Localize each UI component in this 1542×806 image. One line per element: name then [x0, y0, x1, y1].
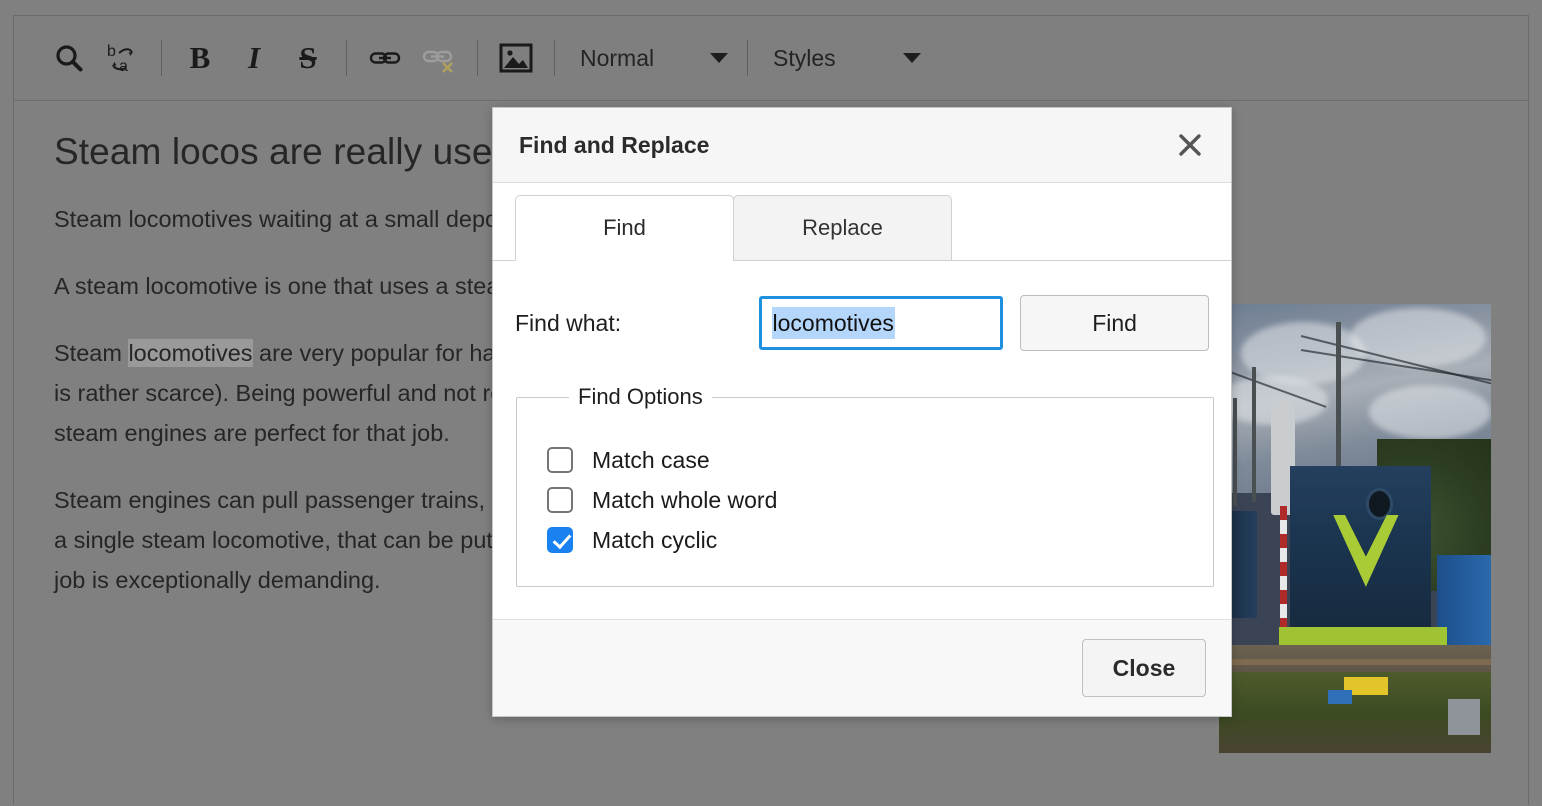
styles-dropdown[interactable]: Styles	[759, 35, 929, 81]
find-replace-icon[interactable]: b a	[96, 31, 150, 85]
photo-headlight	[1365, 488, 1394, 520]
application-window: b a B I S Normal Styles Steam locos are …	[13, 15, 1529, 806]
strikethrough-glyph: S	[299, 40, 317, 75]
remove-link-icon[interactable]	[412, 31, 466, 85]
photo-grey-box	[1447, 699, 1481, 736]
dialog-header: Find and Replace	[493, 108, 1231, 183]
photo-catenary-pole	[1335, 321, 1341, 484]
find-input[interactable]: locomotives	[758, 296, 1004, 350]
dialog-title: Find and Replace	[519, 131, 710, 158]
bold-icon[interactable]: B	[173, 31, 227, 85]
svg-text:a: a	[119, 58, 128, 75]
tab-replace-label: Replace	[802, 215, 883, 240]
match-case-label: Match case	[592, 446, 710, 473]
match-case-checkbox[interactable]	[547, 447, 573, 473]
italic-glyph: I	[247, 40, 261, 75]
find-button[interactable]: Find	[1020, 295, 1209, 351]
document-image-locomotive[interactable]	[1219, 304, 1491, 753]
match-whole-word-checkbox[interactable]	[547, 487, 573, 513]
toolbar-divider	[161, 40, 162, 76]
dialog-footer: Close	[493, 619, 1231, 716]
italic-icon[interactable]: I	[227, 31, 281, 85]
tab-find-label: Find	[603, 215, 646, 240]
dialog-tabs: Find Replace	[493, 183, 1231, 261]
bold-glyph: B	[189, 40, 211, 75]
match-whole-word-label: Match whole word	[592, 486, 778, 513]
option-match-whole-word[interactable]: Match whole word	[547, 480, 1213, 520]
photo-cloud	[1368, 384, 1491, 439]
chevron-down-icon	[903, 53, 921, 63]
find-what-row: Find what: locomotives Find	[515, 295, 1209, 351]
tab-replace[interactable]: Replace	[733, 195, 952, 261]
find-options-legend: Find Options	[578, 384, 703, 409]
chevron-down-icon	[710, 53, 728, 63]
strikethrough-icon[interactable]: S	[281, 31, 335, 85]
paragraph-run: Steam	[54, 340, 129, 366]
photo-rail-track	[1219, 658, 1491, 665]
option-match-case[interactable]: Match case	[547, 440, 1213, 480]
find-input-value: locomotives	[771, 307, 895, 339]
svg-text:b: b	[107, 43, 116, 60]
find-and-replace-dialog: Find and Replace Find Replace Find what:…	[492, 107, 1232, 717]
photo-blue-object	[1327, 690, 1353, 704]
toolbar-divider	[477, 40, 478, 76]
photo-cloud	[1240, 321, 1366, 385]
toolbar-divider	[346, 40, 347, 76]
photo-cloud	[1349, 308, 1486, 367]
dialog-body: Find what: locomotives Find Find Options…	[493, 261, 1231, 619]
photo-lamp-post	[1251, 366, 1256, 502]
toolbar-divider	[747, 40, 748, 76]
find-what-label: Find what:	[515, 309, 622, 336]
paragraph-style-value: Normal	[580, 44, 655, 71]
insert-link-icon[interactable]	[358, 31, 412, 85]
option-match-cyclic[interactable]: Match cyclic	[547, 520, 1213, 560]
close-icon[interactable]	[1171, 126, 1209, 164]
toolbar-divider	[554, 40, 555, 76]
close-button[interactable]: Close	[1082, 639, 1206, 697]
paragraph-style-dropdown[interactable]: Normal	[566, 35, 736, 81]
search-match-highlight: locomotives	[128, 339, 253, 367]
tab-find[interactable]: Find	[515, 195, 734, 261]
toolbar: b a B I S Normal Styles	[14, 16, 1528, 101]
photo-lamp-post	[1232, 398, 1237, 507]
match-cyclic-label: Match cyclic	[592, 526, 718, 553]
find-options-group: Find Options Match case Match whole word…	[516, 384, 1214, 587]
match-cyclic-checkbox[interactable]	[547, 527, 573, 553]
insert-image-icon[interactable]	[489, 31, 543, 85]
search-icon[interactable]	[42, 31, 96, 85]
styles-dropdown-value: Styles	[773, 44, 836, 71]
